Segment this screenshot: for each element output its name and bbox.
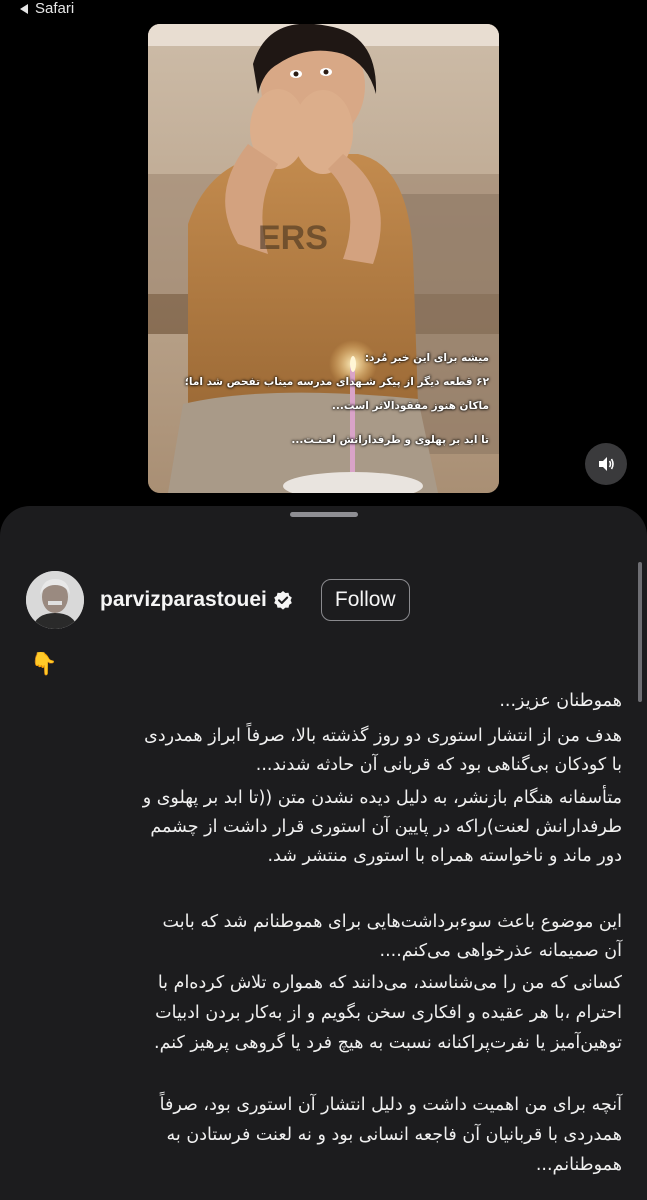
profile-row: parvizparastouei Follow bbox=[26, 570, 410, 630]
caption-line: دور ماند و ناخواسته همراه با استوری منتش… bbox=[267, 846, 622, 866]
caption-paragraph: متأسفانه هنگام بازنشر، به دلیل دیده نشدن… bbox=[26, 784, 622, 871]
back-label: Safari bbox=[35, 0, 75, 17]
story-overlay-line: تا ابد بر پهلوی و طرفدارانش لعـنـت... bbox=[291, 434, 489, 446]
story-overlay-line: ۶۲ قطعه دیگر از پیکر شـهدای مدرسه میناب … bbox=[184, 376, 489, 388]
scrollbar[interactable] bbox=[638, 562, 642, 702]
caption-line: این موضوع باعث سوء‌برداشت‌هایی برای هموط… bbox=[162, 912, 622, 932]
story-overlay-text: میشه برای این خبر مُرد: ۶۲ قطعه دیگر از … bbox=[169, 346, 489, 452]
pointing-down-emoji: 👇 bbox=[30, 652, 58, 677]
back-arrow-icon bbox=[20, 3, 28, 14]
caption-line: متأسفانه هنگام بازنشر، به دلیل دیده نشدن… bbox=[142, 788, 622, 808]
sheet-grabber[interactable] bbox=[290, 512, 358, 517]
svg-text:ERS: ERS bbox=[258, 219, 328, 257]
caption-line: همدردی با قربانیان آن فاجعه انسانی بود و… bbox=[166, 1125, 622, 1145]
caption-line: هموطنانم... bbox=[535, 1155, 622, 1175]
caption-line: با کودکان بی‌گناهی بود که قربانی آن حادث… bbox=[255, 755, 622, 775]
caption-line: آن صمیمانه عذرخواهی می‌کنم.... bbox=[379, 941, 622, 961]
story-overlay-line: ماکان هنوز مفقودالاثر است... bbox=[331, 400, 489, 412]
sound-toggle-button[interactable] bbox=[585, 443, 627, 485]
caption-greeting: هموطنان عزیز... bbox=[499, 691, 622, 711]
caption-line: احترام ،با هر عقیده و افکاری سخن بگویم و… bbox=[155, 1003, 622, 1023]
caption-sheet: parvizparastouei Follow 👇 هموطنان عزیز..… bbox=[0, 506, 647, 1200]
caption-paragraph: این موضوع باعث سوء‌برداشت‌هایی برای هموط… bbox=[26, 908, 622, 966]
post-caption: هموطنان عزیز... bbox=[26, 688, 622, 714]
caption-paragraph: هدف من از انتشار استوری دو روز گذشته بال… bbox=[26, 722, 622, 780]
caption-paragraph: کسانی که من را می‌شناسند، می‌دانند که هم… bbox=[26, 968, 622, 1058]
avatar-photo bbox=[26, 571, 84, 629]
caption-line: طرفدارانش لعنت)راکه در پایین آن استوری ق… bbox=[150, 817, 622, 837]
verified-badge-icon bbox=[274, 591, 292, 610]
avatar[interactable] bbox=[26, 571, 84, 629]
back-to-safari-link[interactable]: Safari bbox=[20, 0, 74, 17]
story-media[interactable]: ERS میشه برای این خبر مُرد: ۶۲ قطعه دیگر… bbox=[148, 24, 499, 493]
caption-line: آنچه برای من اهمیت داشت و دلیل انتشار آن… bbox=[159, 1095, 622, 1115]
caption-line: توهین‌آمیز یا نفرت‌پراکنانه نسبت به هیچ … bbox=[154, 1033, 622, 1053]
caption-line: هدف من از انتشار استوری دو روز گذشته بال… bbox=[144, 726, 622, 746]
speaker-icon bbox=[599, 457, 614, 471]
username[interactable]: parvizparastouei bbox=[100, 588, 267, 612]
story-overlay-line: میشه برای این خبر مُرد: bbox=[364, 352, 489, 364]
status-bar: Safari bbox=[0, 0, 647, 22]
caption-line: کسانی که من را می‌شناسند، می‌دانند که هم… bbox=[157, 973, 622, 993]
caption-paragraph: آنچه برای من اهمیت داشت و دلیل انتشار آن… bbox=[26, 1090, 622, 1180]
follow-button[interactable]: Follow bbox=[320, 579, 410, 621]
